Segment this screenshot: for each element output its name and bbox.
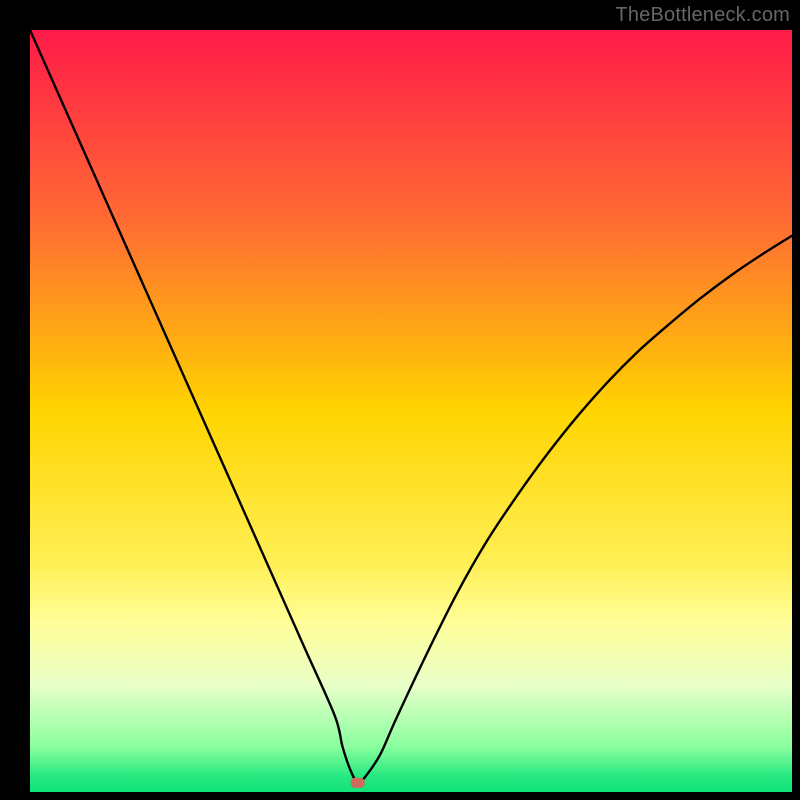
plot-background (30, 30, 792, 792)
optimum-marker (351, 778, 365, 788)
watermark-text: TheBottleneck.com (615, 4, 790, 27)
bottleneck-chart (30, 30, 792, 792)
